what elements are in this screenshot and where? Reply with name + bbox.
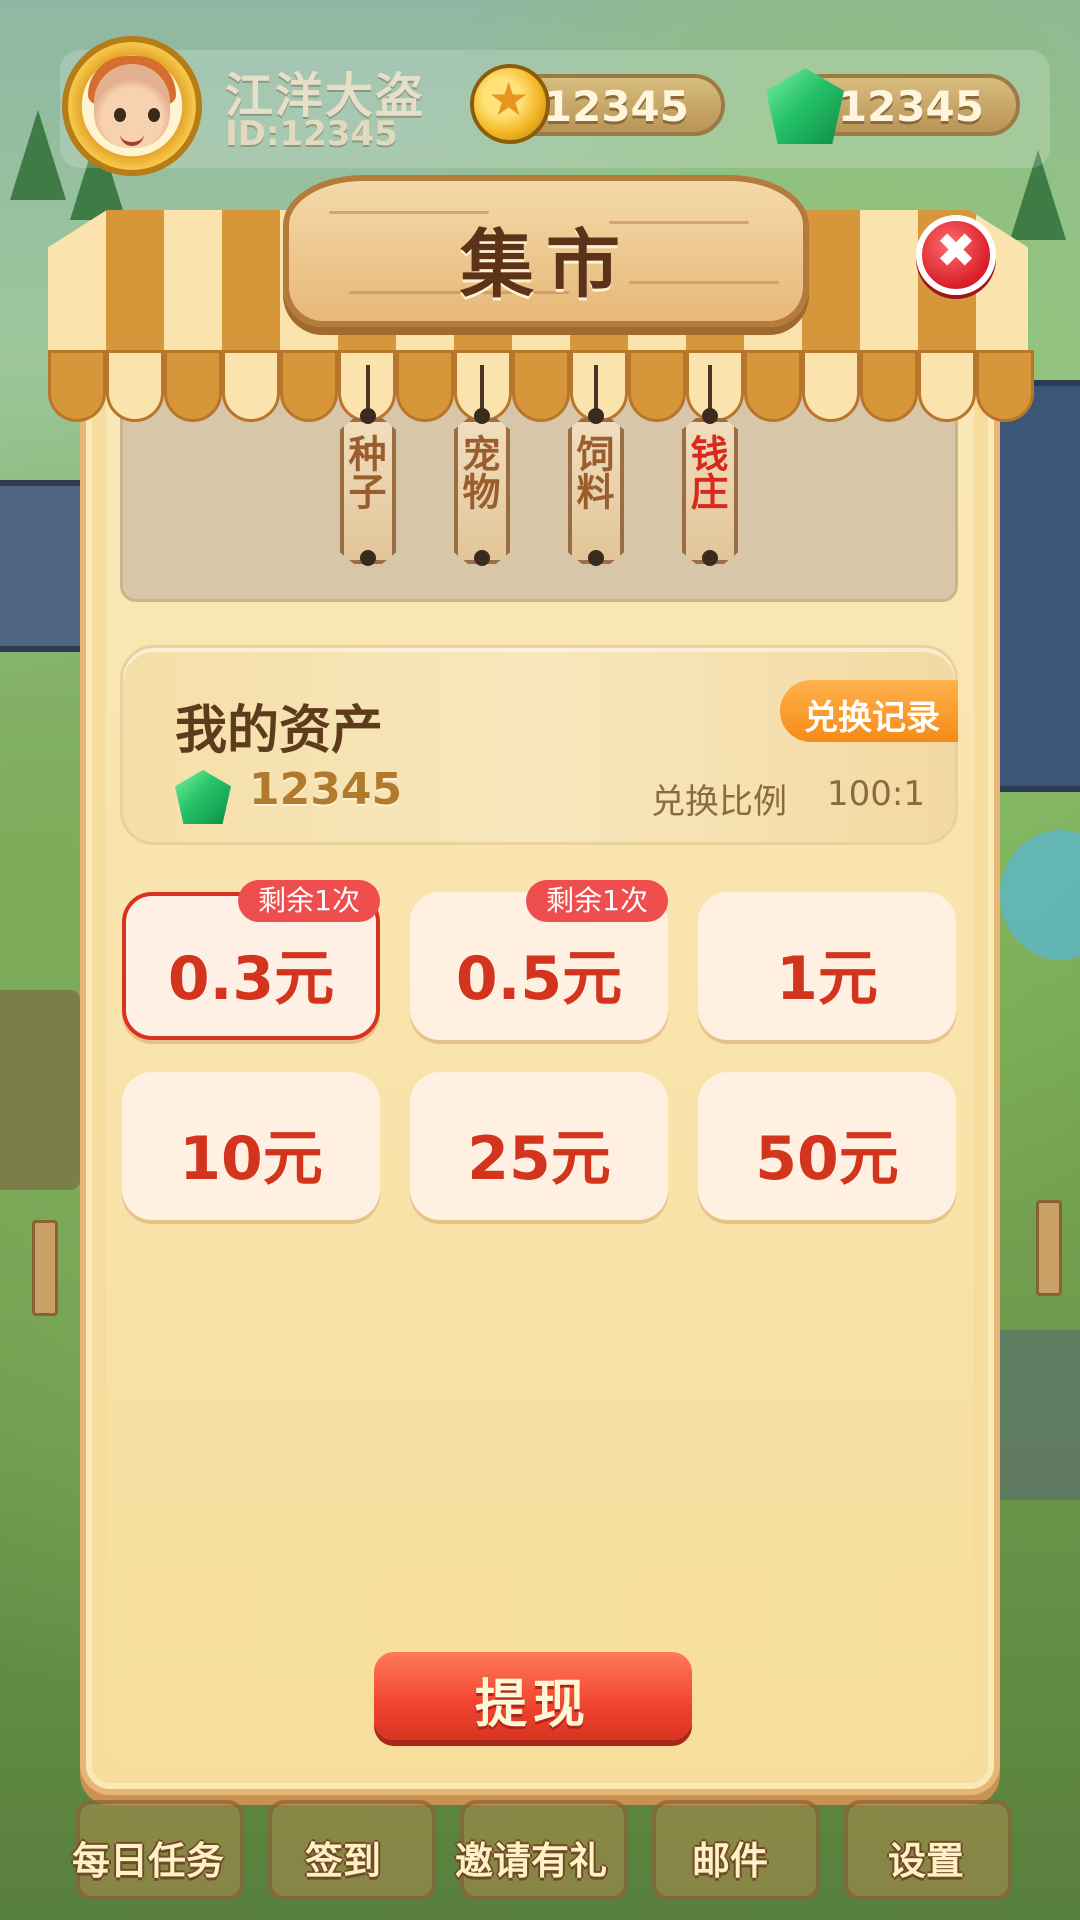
awning-scallop [222,350,280,422]
coin-icon: ★ [470,64,550,144]
tab-bank[interactable]: 钱庄 [682,418,738,564]
remaining-badge: 剩余1次 [238,880,380,922]
nav-invite[interactable]: 邀请有礼 [455,1830,607,1885]
nav-daily-tasks[interactable]: 每日任务 [72,1830,224,1885]
tab-label: 宠物 [456,434,500,510]
tab-knot [702,408,718,424]
fence [1036,1200,1062,1296]
exchange-ratio-label: 兑换比例 [651,782,787,822]
tab-knot [474,408,490,424]
tab-seeds[interactable]: 种子 [340,418,396,564]
tree [10,110,66,200]
withdraw-button[interactable]: 提现 [374,1652,692,1740]
awning-scallop [48,350,106,422]
amount-label: 50元 [755,1124,899,1194]
fence [32,1220,58,1316]
tab-label: 种子 [342,434,386,510]
awning-scallop [628,350,686,422]
amount-option-10[interactable]: 10元 [122,1072,380,1220]
remaining-badge: 剩余1次 [526,880,668,922]
page-title: 集市 [460,222,632,308]
tab-label: 钱庄 [684,434,728,510]
amount-label: 0.3元 [167,944,335,1014]
field [990,1330,1080,1500]
awning-scallop [744,350,802,422]
awning-scallop [164,350,222,422]
asset-card: 我的资产 兑换记录 12345 兑换比例 100:1 [120,645,958,845]
player-id: ID:12345 [225,114,398,154]
pond [1000,830,1080,960]
tab-knot [360,408,376,424]
coin-value: 12345 [542,82,689,131]
amount-label: 10元 [179,1124,323,1194]
amount-option-0-5[interactable]: 剩余1次 0.5元 [410,880,668,1040]
gem-value: 12345 [837,82,984,131]
awning-scallop [280,350,338,422]
exchange-ratio-value: 100:1 [827,774,925,814]
tab-knot [474,550,490,566]
nav-mail[interactable]: 邮件 [692,1830,768,1885]
amount-option-1[interactable]: 1元 [698,892,956,1040]
amount-label: 1元 [776,944,878,1014]
tab-knot [588,550,604,566]
amount-option-25[interactable]: 25元 [410,1072,668,1220]
title-board: 集市 [283,175,809,327]
tab-knot [702,550,718,566]
exchange-record-button[interactable]: 兑换记录 [780,680,958,742]
tab-pets[interactable]: 宠物 [454,418,510,564]
awning-scallop [396,350,454,422]
close-icon: ✖ [935,223,977,279]
exchange-record-label: 兑换记录 [804,698,940,738]
amount-option-0-3[interactable]: 剩余1次 0.3元 [122,880,380,1040]
tab-knot [360,550,376,566]
amount-label: 0.5元 [455,944,623,1014]
nav-check-in[interactable]: 签到 [305,1830,381,1885]
tab-feed[interactable]: 饲料 [568,418,624,564]
asset-gem-value: 12345 [249,764,403,815]
awning-scallop [860,350,918,422]
awning-scallop [802,350,860,422]
asset-title: 我的资产 [175,701,384,761]
nav-settings[interactable]: 设置 [888,1830,964,1885]
tab-knot [588,408,604,424]
tab-label: 饲料 [570,434,614,510]
amount-label: 25元 [467,1124,611,1194]
amount-option-50[interactable]: 50元 [698,1072,956,1220]
bottom-nav: 每日任务 签到 邀请有礼 邮件 设置 [0,1800,1080,1920]
farm-building [990,380,1080,792]
close-button[interactable]: ✖ [916,215,996,295]
withdraw-label: 提现 [474,1675,591,1735]
field [0,990,80,1190]
gem-icon [175,770,231,824]
avatar-eye [148,108,160,122]
awning-scallop [976,350,1034,422]
awning-scallop [106,350,164,422]
avatar[interactable] [62,36,202,176]
avatar-eye [114,108,126,122]
awning-scallop [512,350,570,422]
awning-scallop [918,350,976,422]
